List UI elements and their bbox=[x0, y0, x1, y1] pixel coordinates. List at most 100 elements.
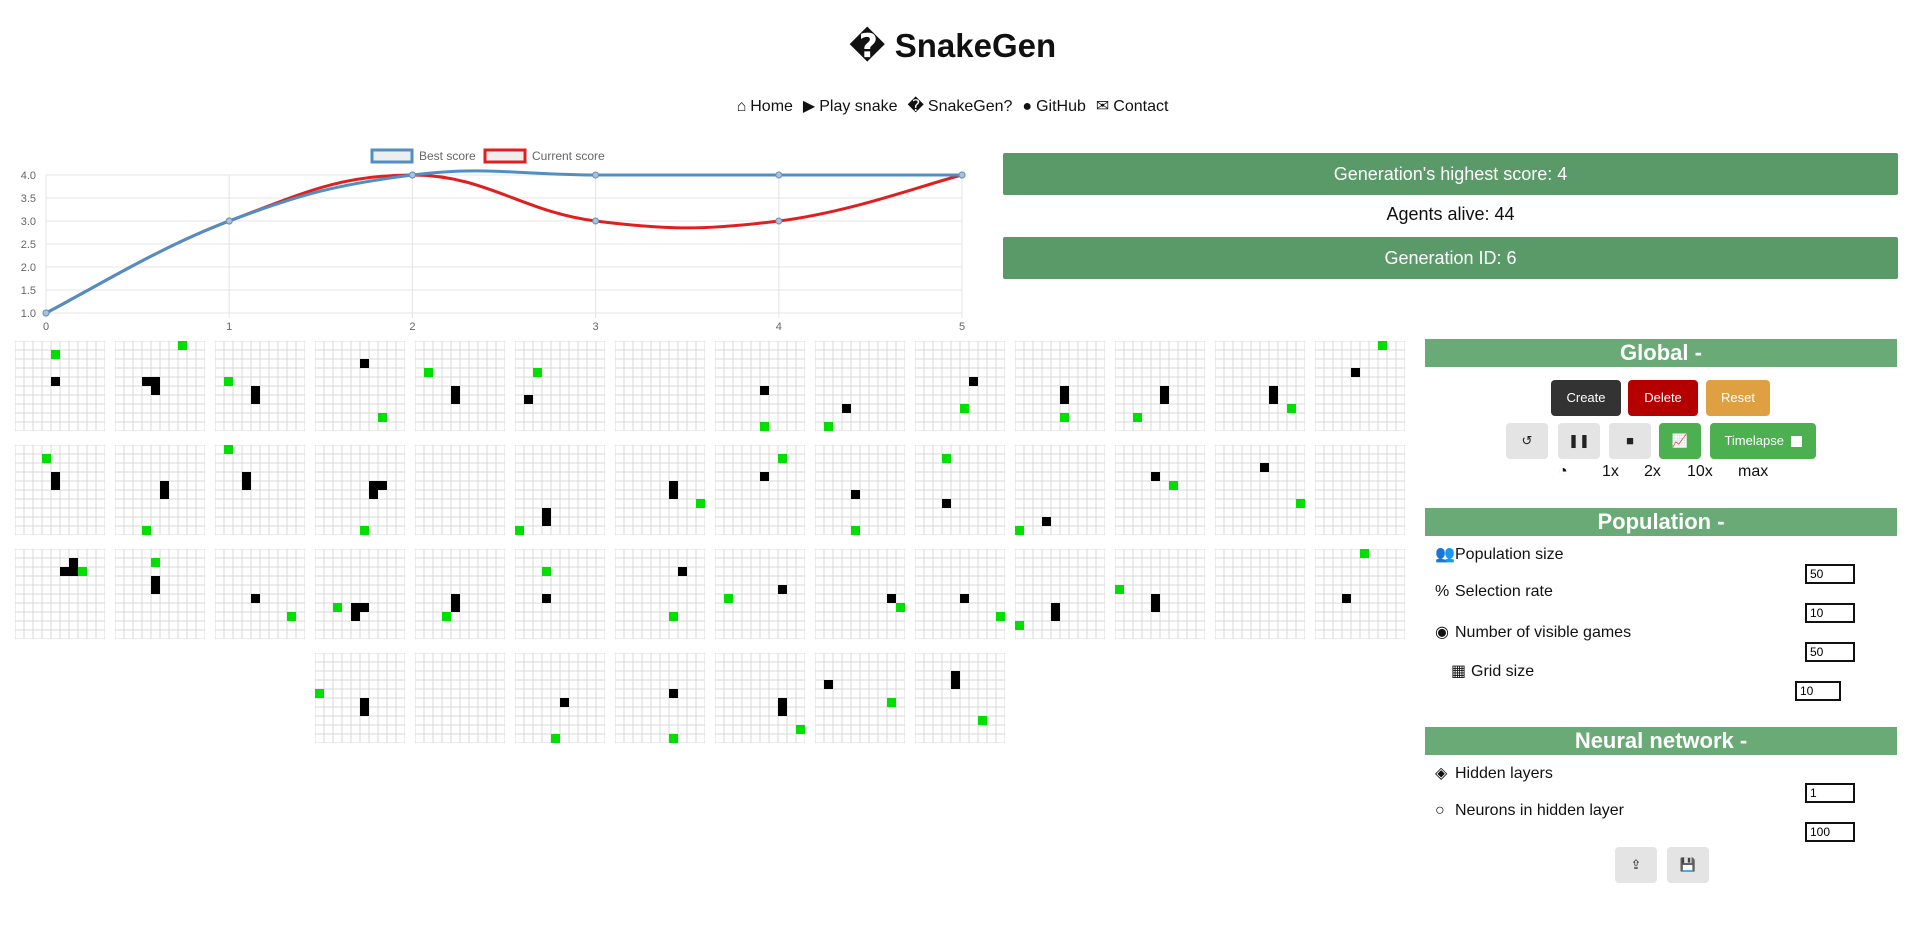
snake-game-board bbox=[315, 653, 405, 743]
food-cell bbox=[851, 526, 860, 535]
food-cell bbox=[1133, 413, 1142, 422]
visible-games-input[interactable] bbox=[1805, 642, 1855, 662]
snake-cell bbox=[824, 680, 833, 689]
snake-game-board bbox=[515, 549, 605, 639]
snake-cell bbox=[151, 377, 160, 386]
food-cell bbox=[42, 454, 51, 463]
food-cell bbox=[142, 526, 151, 535]
rotate-icon: ↺ bbox=[1521, 433, 1533, 448]
snake-cell bbox=[1151, 603, 1160, 612]
nav-label: Play snake bbox=[819, 98, 898, 115]
snake-game-board bbox=[415, 341, 505, 431]
snake-cell bbox=[360, 698, 369, 707]
timelapse-label: Timelapse bbox=[1724, 433, 1784, 448]
snake-cell bbox=[51, 481, 60, 490]
snake-cell bbox=[969, 377, 978, 386]
speed-2x[interactable]: 2x bbox=[1644, 463, 1661, 481]
snake-game-board bbox=[515, 653, 605, 743]
food-cell bbox=[515, 526, 524, 535]
reset-button[interactable]: Reset bbox=[1706, 380, 1770, 416]
snake-game-board bbox=[1115, 445, 1205, 535]
snake-cell bbox=[951, 680, 960, 689]
neurons-input[interactable] bbox=[1805, 822, 1855, 842]
nav-snakegen[interactable]: � SnakeGen? bbox=[908, 96, 1013, 116]
highest-score-banner: Generation's highest score: 4 bbox=[1003, 153, 1898, 195]
snake-cell bbox=[369, 490, 378, 499]
snake-cell bbox=[369, 481, 378, 490]
hidden-layers-input[interactable] bbox=[1805, 783, 1855, 803]
nav-play-snake[interactable]: ▶ Play snake bbox=[803, 96, 898, 116]
snake-cell bbox=[69, 567, 78, 576]
snake-cell bbox=[351, 603, 360, 612]
snake-game-board bbox=[215, 549, 305, 639]
speed-1x[interactable]: 1x bbox=[1602, 463, 1619, 481]
food-cell bbox=[724, 594, 733, 603]
legend-label: Best score bbox=[419, 149, 476, 163]
snake-game-board bbox=[715, 445, 805, 535]
snake-game-board bbox=[615, 653, 705, 743]
create-button[interactable]: Create bbox=[1551, 380, 1621, 416]
save-button[interactable]: 💾 bbox=[1667, 847, 1709, 883]
snake-cell bbox=[542, 508, 551, 517]
selection-rate-input[interactable] bbox=[1805, 603, 1855, 623]
upload-icon: ⇪ bbox=[1630, 857, 1642, 872]
food-cell bbox=[224, 445, 233, 454]
food-cell bbox=[996, 612, 1005, 621]
snake-cell bbox=[524, 395, 533, 404]
snake-cell bbox=[1051, 612, 1060, 621]
food-cell bbox=[442, 612, 451, 621]
grid-size-label: ▦ Grid size bbox=[1451, 663, 1535, 680]
snake-cell bbox=[1060, 395, 1069, 404]
snake-cell bbox=[51, 377, 60, 386]
neural-section-heading: Neural network - bbox=[1425, 727, 1897, 755]
snake-game-board bbox=[1215, 445, 1305, 535]
speed-10x[interactable]: 10x bbox=[1687, 463, 1713, 481]
nav-home[interactable]: ⌂ Home bbox=[737, 98, 793, 116]
snake-cell bbox=[151, 576, 160, 585]
play-icon: ▶ bbox=[802, 98, 816, 115]
snake-cell bbox=[1160, 395, 1169, 404]
snake-cell bbox=[1269, 386, 1278, 395]
snake-cell bbox=[678, 567, 687, 576]
snake-game-board bbox=[715, 341, 805, 431]
snake-game-board bbox=[15, 445, 105, 535]
snake-cell bbox=[1060, 386, 1069, 395]
food-cell bbox=[178, 341, 187, 350]
stop-icon: ■ bbox=[1626, 433, 1634, 448]
agents-alive-text: Agents alive: 44 bbox=[1386, 204, 1515, 224]
nav-contact[interactable]: ✉ Contact bbox=[1096, 96, 1169, 116]
snake-cell bbox=[1042, 517, 1051, 526]
snake-cell bbox=[669, 481, 678, 490]
stop-button[interactable]: ■ bbox=[1609, 423, 1651, 459]
restart-button[interactable]: ↺ bbox=[1506, 423, 1548, 459]
snake-cell bbox=[151, 386, 160, 395]
best-score-point bbox=[225, 217, 233, 225]
timelapse-button[interactable]: Timelapse bbox=[1710, 423, 1816, 459]
snake-cell bbox=[1151, 594, 1160, 603]
speedometer-icon: ◔ bbox=[1558, 463, 1568, 480]
x-tick-label: 5 bbox=[959, 321, 965, 333]
snake-cell bbox=[1160, 386, 1169, 395]
snake-cell bbox=[1260, 463, 1269, 472]
snake-game-board bbox=[1015, 549, 1105, 639]
nav-label: SnakeGen? bbox=[927, 98, 1013, 115]
snake-game-board bbox=[1115, 341, 1205, 431]
food-cell bbox=[315, 689, 324, 698]
snake-cell bbox=[778, 698, 787, 707]
timelapse-checkbox[interactable] bbox=[1790, 436, 1802, 448]
pause-button[interactable]: ❚❚ bbox=[1558, 423, 1600, 459]
nav-github[interactable]: ● GitHub bbox=[1022, 98, 1085, 116]
selection-rate-label: % Selection rate bbox=[1435, 583, 1553, 600]
grid-size-input[interactable] bbox=[1795, 681, 1841, 701]
population-size-input[interactable] bbox=[1805, 564, 1855, 584]
snake-cell bbox=[451, 594, 460, 603]
food-cell bbox=[360, 526, 369, 535]
upload-button[interactable]: ⇪ bbox=[1615, 847, 1657, 883]
snake-cell bbox=[378, 481, 387, 490]
chart-toggle-button[interactable]: 📈 bbox=[1659, 423, 1701, 459]
snake-game-board bbox=[615, 445, 705, 535]
speed-max[interactable]: max bbox=[1738, 463, 1768, 481]
snake-game-board bbox=[1115, 549, 1205, 639]
delete-button[interactable]: Delete bbox=[1628, 380, 1698, 416]
snake-cell bbox=[778, 585, 787, 594]
